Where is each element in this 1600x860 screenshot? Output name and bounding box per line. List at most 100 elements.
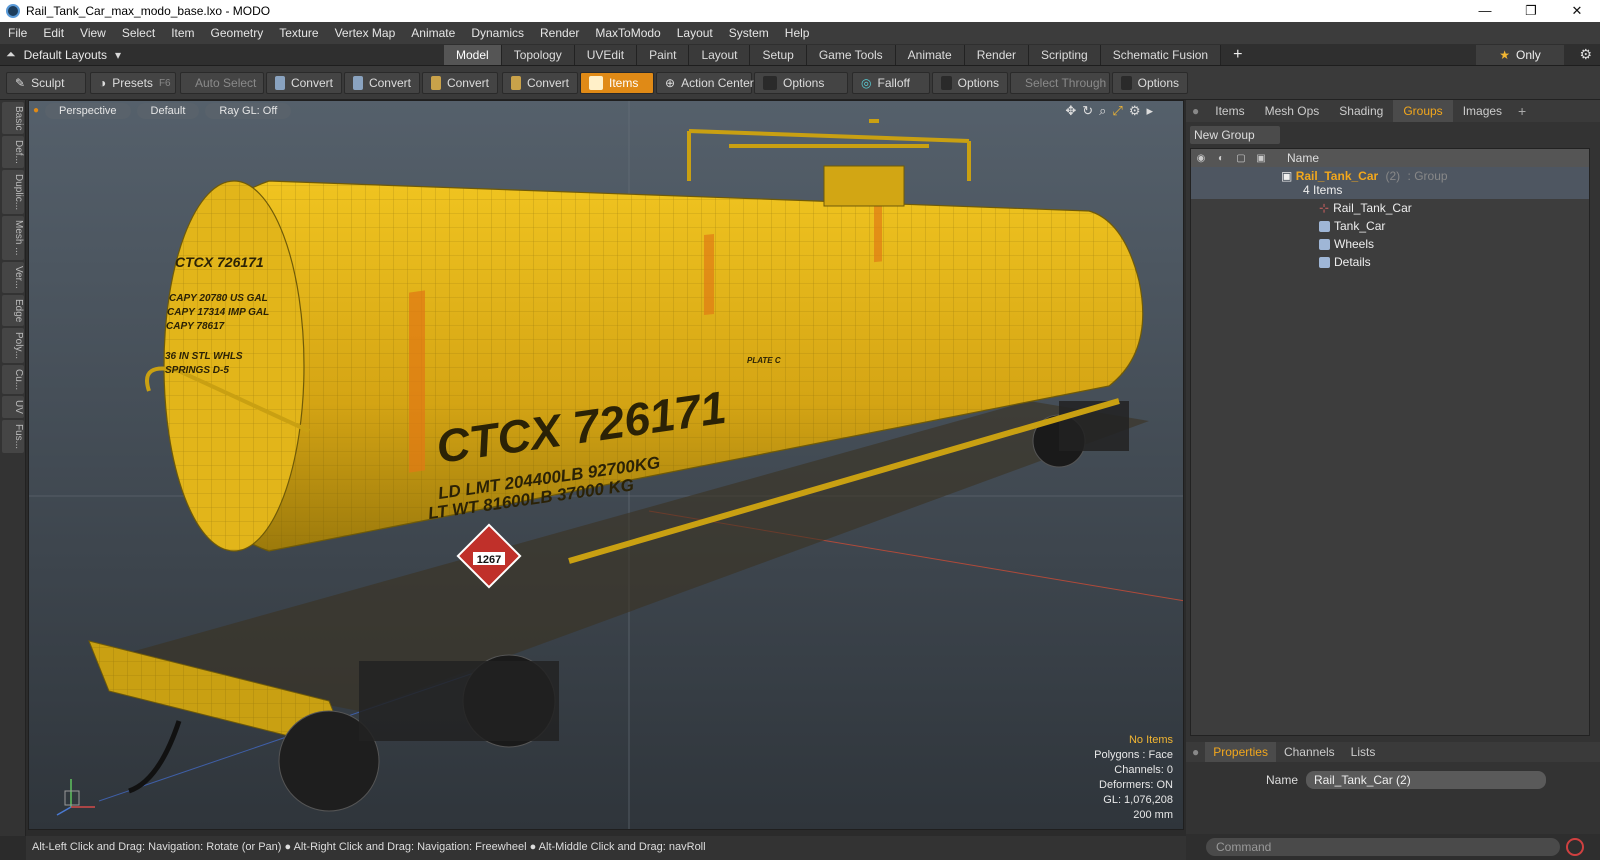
tab-setup[interactable]: Setup xyxy=(750,45,807,65)
sculpt-button[interactable]: ✎ Sculpt xyxy=(6,72,86,94)
menu-edit[interactable]: Edit xyxy=(35,26,72,40)
close-button[interactable]: ✕ xyxy=(1554,0,1600,22)
menu-vertex-map[interactable]: Vertex Map xyxy=(327,26,404,40)
options-button-1[interactable]: Options xyxy=(754,72,848,94)
options-button-3[interactable]: Options xyxy=(1112,72,1188,94)
falloff-button[interactable]: ◎ Falloff xyxy=(852,72,930,94)
only-toggle[interactable]: ★ Only xyxy=(1476,45,1564,65)
window-title: Rail_Tank_Car_max_modo_base.lxo - MODO xyxy=(26,4,271,18)
properties-menu-dot[interactable]: ● xyxy=(1186,745,1205,759)
convert-button-1[interactable]: Convert xyxy=(266,72,342,94)
viewport-menu-dot[interactable]: ● xyxy=(33,103,39,119)
tab-basic[interactable]: Basic xyxy=(2,102,24,135)
tab-images[interactable]: Images xyxy=(1453,100,1512,122)
raygl-toggle[interactable]: Ray GL: Off xyxy=(205,103,292,119)
list-item[interactable]: Wheels xyxy=(1191,235,1589,253)
command-input[interactable]: Command xyxy=(1206,838,1560,856)
tab-layout[interactable]: Layout xyxy=(689,45,751,65)
convert-button-3[interactable]: Convert xyxy=(422,72,498,94)
menu-render[interactable]: Render xyxy=(532,26,587,40)
expand-arrow-icon[interactable]: ▸ xyxy=(1146,103,1153,119)
name-field[interactable]: Rail_Tank_Car (2) xyxy=(1306,771,1546,789)
list-item-label: Wheels xyxy=(1334,237,1375,251)
tab-uvedit[interactable]: UVEdit xyxy=(574,45,638,65)
presets-button[interactable]: ◑ Presets F6 xyxy=(90,72,176,94)
tab-polygon[interactable]: Poly... xyxy=(2,328,24,364)
group-icon: ▣ xyxy=(1281,169,1293,183)
panel-menu-dot[interactable]: ● xyxy=(1186,104,1205,118)
new-group-button[interactable]: New Group xyxy=(1190,126,1280,144)
tab-groups[interactable]: Groups xyxy=(1393,100,1453,122)
tab-shading[interactable]: Shading xyxy=(1329,100,1393,122)
tab-channels[interactable]: Channels xyxy=(1276,742,1343,762)
gear-icon[interactable]: ⚙ xyxy=(1579,46,1592,63)
convert-button-2[interactable]: Convert xyxy=(344,72,420,94)
menu-file[interactable]: File xyxy=(0,26,35,40)
tab-render[interactable]: Render xyxy=(964,45,1030,65)
select-col-icon[interactable]: ▣ xyxy=(1251,153,1271,164)
tab-curve[interactable]: Cu... xyxy=(2,365,24,395)
fit-icon[interactable]: ⤢ xyxy=(1112,103,1122,119)
list-item[interactable]: Tank_Car xyxy=(1191,217,1589,235)
lock-col-icon[interactable]: ▢ xyxy=(1231,153,1251,164)
menu-layout[interactable]: Layout xyxy=(669,26,721,40)
tab-vertex[interactable]: Ver... xyxy=(2,262,24,293)
tab-uv[interactable]: UV xyxy=(2,396,24,419)
menu-help[interactable]: Help xyxy=(777,26,818,40)
options-label: Options xyxy=(1137,76,1179,90)
action-center-button[interactable]: ⊕ Action Center xyxy=(656,72,754,94)
tab-game-tools[interactable]: Game Tools xyxy=(806,45,896,65)
convert-icon xyxy=(275,76,285,90)
menu-system[interactable]: System xyxy=(721,26,777,40)
maximize-button[interactable]: ❐ xyxy=(1508,0,1554,22)
tab-animate[interactable]: Animate xyxy=(895,45,965,65)
zoom-icon[interactable]: ⌕ xyxy=(1099,103,1106,119)
tab-items[interactable]: Items xyxy=(1205,100,1254,122)
rotate-icon[interactable]: ↻ xyxy=(1082,103,1093,119)
menu-view[interactable]: View xyxy=(72,26,114,40)
3d-viewport[interactable]: 1267 CTCX 726171 LD LMT 204400LB 92700KG… xyxy=(28,100,1184,830)
items-mode-button[interactable]: Items xyxy=(580,72,654,94)
menu-item[interactable]: Item xyxy=(163,26,202,40)
menu-animate[interactable]: Animate xyxy=(403,26,463,40)
tab-mesh[interactable]: Mesh ... xyxy=(2,216,24,261)
layouts-dropdown[interactable]: ⏶ Default Layouts ▾ xyxy=(6,47,121,62)
menu-texture[interactable]: Texture xyxy=(271,26,326,40)
visibility-col-icon[interactable]: ◉ xyxy=(1191,153,1211,164)
menu-select[interactable]: Select xyxy=(114,26,163,40)
tab-lists[interactable]: Lists xyxy=(1343,742,1384,762)
list-item[interactable]: ⊹ Rail_Tank_Car xyxy=(1191,199,1589,217)
tab-model[interactable]: Model xyxy=(444,45,502,65)
stop-icon[interactable] xyxy=(1566,838,1584,856)
menu-dynamics[interactable]: Dynamics xyxy=(463,26,532,40)
add-tab-icon[interactable]: + xyxy=(1221,45,1254,65)
options-button-2[interactable]: Options xyxy=(932,72,1008,94)
tab-deform[interactable]: Def... xyxy=(2,136,24,169)
add-panel-tab-icon[interactable]: + xyxy=(1512,103,1532,119)
tab-duplicate[interactable]: Duplic... xyxy=(2,170,24,215)
tab-schematic-fusion[interactable]: Schematic Fusion xyxy=(1100,45,1222,65)
tab-fusion[interactable]: Fus... xyxy=(2,420,24,454)
list-item[interactable]: Details xyxy=(1191,253,1589,271)
viewport-gear-icon[interactable]: ⚙ xyxy=(1129,103,1141,119)
convert-button-4[interactable]: Convert xyxy=(502,72,578,94)
menu-geometry[interactable]: Geometry xyxy=(203,26,272,40)
shading-dropdown[interactable]: Default xyxy=(136,103,200,119)
falloff-icon: ◎ xyxy=(861,76,872,90)
view-type-dropdown[interactable]: Perspective xyxy=(45,103,131,119)
tab-scripting[interactable]: Scripting xyxy=(1029,45,1101,65)
pan-icon[interactable]: ✥ xyxy=(1065,103,1076,119)
auto-select-button[interactable]: Auto Select xyxy=(180,72,264,94)
tab-properties[interactable]: Properties xyxy=(1205,742,1276,762)
group-row[interactable]: ▣ Rail_Tank_Car (2) : Group 4 Items xyxy=(1191,167,1589,199)
star-icon: ★ xyxy=(1499,48,1511,62)
select-through-button[interactable]: Select Through xyxy=(1010,72,1110,94)
tab-paint[interactable]: Paint xyxy=(637,45,690,65)
tab-topology[interactable]: Topology xyxy=(501,45,575,65)
minimize-button[interactable]: — xyxy=(1462,0,1508,22)
rail-tank-car-model[interactable]: 1267 CTCX 726171 LD LMT 204400LB 92700KG… xyxy=(88,119,1149,812)
menu-maxtomodo[interactable]: MaxToModo xyxy=(587,26,668,40)
render-col-icon[interactable]: ◐ xyxy=(1211,153,1231,164)
tab-edge[interactable]: Edge xyxy=(2,294,24,327)
tab-mesh-ops[interactable]: Mesh Ops xyxy=(1255,100,1330,122)
